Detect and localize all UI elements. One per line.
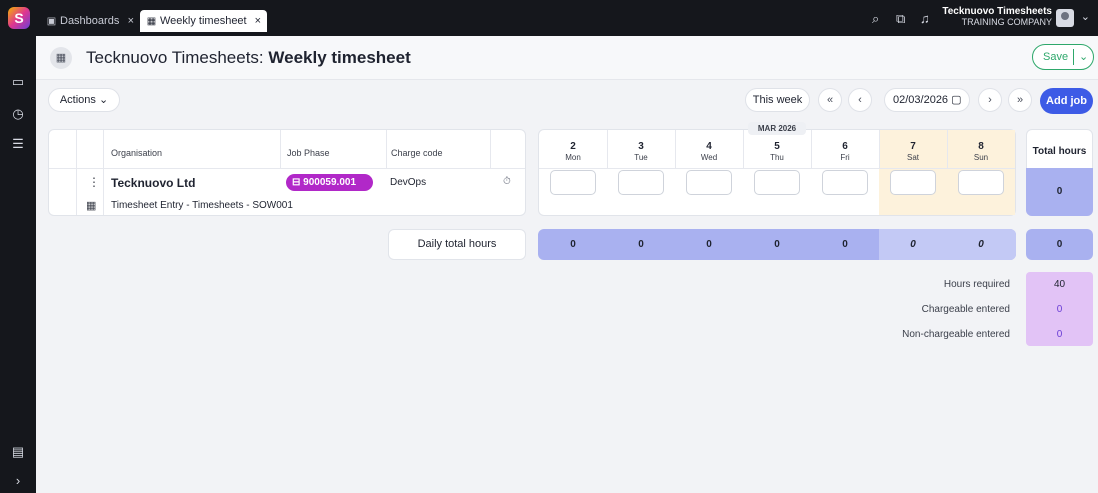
total-hours-header: Total hours [1032, 146, 1087, 157]
divider [103, 130, 104, 215]
company-subtitle: TRAINING COMPANY [961, 17, 1052, 27]
row-total-hours: 0 [1026, 168, 1093, 216]
app-logo-icon[interactable]: S [8, 7, 30, 29]
calendar-icon: ▢ [951, 94, 962, 106]
chevron-down-icon[interactable]: ⌄ [1079, 50, 1088, 63]
company-switcher[interactable]: Tecknuovo Timesheets TRAINING COMPANY [942, 6, 1052, 28]
first-page-icon[interactable]: « [818, 88, 842, 112]
summary-value-chargeable: 0 [1056, 304, 1063, 315]
tab-dashboards[interactable]: ▣ Dashboards × [40, 10, 140, 32]
day-name: Mon [565, 153, 581, 162]
summary-value-hours-required: 40 [1053, 279, 1066, 290]
day-number: 4 [706, 141, 712, 152]
divider [49, 168, 525, 169]
hours-input-wed[interactable] [686, 170, 732, 195]
daily-total-wed: 0 [706, 239, 712, 250]
column-header-charge-code: Charge code [391, 148, 443, 158]
day-number: 2 [570, 141, 576, 152]
hours-input-tue[interactable] [618, 170, 664, 195]
timesheet-entry: Timesheet Entry - Timesheets - SOW001 [111, 200, 293, 211]
tab-weekly-timesheet[interactable]: ▦ Weekly timesheet × [140, 10, 267, 32]
divider [1073, 49, 1074, 65]
divider [539, 168, 1015, 169]
day-name: Sun [973, 153, 989, 162]
this-week-button[interactable]: This week [745, 88, 810, 112]
avatar[interactable] [1056, 9, 1074, 27]
hours-input-mon[interactable] [550, 170, 596, 195]
dashboard-icon[interactable]: ▭ [0, 74, 36, 90]
tab-label: Dashboards [60, 15, 120, 27]
column-header-organisation: Organisation [111, 148, 163, 158]
chevron-down-icon[interactable]: ⌄ [1081, 10, 1090, 23]
day-name: Wed [700, 153, 718, 162]
page-title: Tecknuovo Timesheets: Weekly timesheet [86, 48, 411, 67]
daily-total-mon: 0 [570, 239, 576, 250]
prev-week-icon[interactable]: ‹ [848, 88, 872, 112]
close-icon[interactable]: × [128, 10, 134, 32]
daily-grand-total: 0 [1026, 229, 1093, 260]
page-header: ▦ Tecknuovo Timesheets: Weekly timesheet… [36, 36, 1098, 80]
daily-total-label: Daily total hours [388, 229, 526, 260]
divider [280, 130, 281, 168]
month-badge: MAR 2026 [748, 122, 806, 135]
top-bar: S ▣ Dashboards × ▦ Weekly timesheet × ⌕ ⧉ … [0, 0, 1098, 36]
day-name: Sat [906, 153, 919, 162]
close-icon[interactable]: × [255, 10, 261, 32]
divider [386, 130, 387, 168]
summary-value-non-chargeable: 0 [1056, 329, 1063, 340]
hours-input-sat[interactable] [890, 170, 936, 195]
day-name: Tue [634, 153, 648, 162]
daily-total-thu: 0 [774, 239, 780, 250]
hours-input-fri[interactable] [822, 170, 868, 195]
day-number: 3 [638, 141, 644, 152]
day-name: Fri [840, 153, 850, 162]
building-icon[interactable]: ▤ [0, 444, 36, 460]
windows-icon[interactable]: ⧉ [896, 10, 905, 28]
day-number: 5 [774, 141, 780, 152]
chevron-right-icon[interactable]: › [0, 473, 36, 488]
bell-icon[interactable]: ♫ [920, 10, 930, 28]
divider [76, 130, 77, 215]
save-label: Save [1043, 51, 1069, 63]
actions-button[interactable]: Actions ⌄ [48, 88, 120, 112]
day-number: 7 [910, 141, 916, 152]
hours-input-thu[interactable] [754, 170, 800, 195]
date-picker[interactable]: 02/03/2026 ▢ [884, 88, 970, 112]
job-phase-badge[interactable]: ⊟ 900059.001 [286, 174, 373, 191]
day-number: 8 [978, 141, 984, 152]
next-week-icon[interactable]: › [978, 88, 1002, 112]
company-name: Tecknuovo Timesheets [942, 6, 1052, 17]
daily-total-sun: 0 [978, 239, 984, 250]
organisation-name: Tecknuovo Ltd [111, 176, 196, 190]
hierarchy-icon: ⊟ [292, 177, 301, 188]
summary-label-hours-required: Hours required [943, 279, 1010, 290]
dashboard-icon: ▣ [46, 16, 57, 27]
summary-label-chargeable: Chargeable entered [921, 304, 1010, 315]
calendar-icon: ▦ [86, 200, 97, 212]
last-page-icon[interactable]: » [1008, 88, 1032, 112]
save-button[interactable]: Save ⌄ [1032, 44, 1094, 70]
sidebar: ▭ ◷ ☰ ▤ › [0, 36, 36, 493]
daily-total-fri: 0 [842, 239, 848, 250]
search-icon[interactable]: ⌕ [872, 10, 879, 28]
clock-icon[interactable]: ◷ [0, 106, 36, 122]
chevron-down-icon: ⌄ [98, 94, 109, 106]
calendar-icon: ▦ [50, 47, 72, 69]
day-name: Thu [770, 153, 784, 162]
summary-label-non-chargeable: Non-chargeable entered [902, 329, 1010, 340]
more-options-icon[interactable]: ⋮ [88, 175, 100, 189]
calendar-icon: ▦ [146, 16, 157, 27]
divider [490, 130, 491, 168]
charge-code: DevOps [390, 177, 427, 188]
day-number: 6 [842, 141, 848, 152]
daily-total-tue: 0 [638, 239, 644, 250]
add-job-button[interactable]: Add job [1040, 88, 1093, 114]
daily-total-sat: 0 [910, 239, 916, 250]
column-header-job-phase: Job Phase [287, 148, 330, 158]
timer-icon[interactable]: ⏱ [503, 176, 511, 187]
tab-label: Weekly timesheet [160, 15, 247, 27]
hierarchy-icon[interactable]: ☰ [0, 136, 36, 152]
hours-input-sun[interactable] [958, 170, 1004, 195]
